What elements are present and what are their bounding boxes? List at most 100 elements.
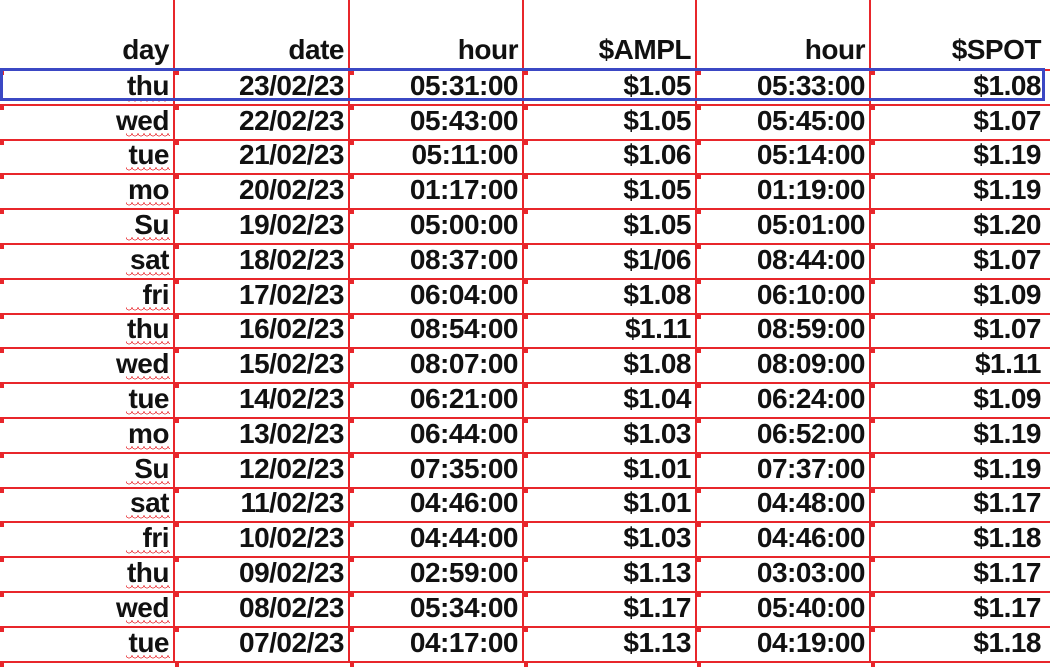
cell-comment-marker <box>175 663 179 667</box>
cell-date[interactable]: 14/02/23 <box>175 383 348 417</box>
cell-hour-spot[interactable]: 01:19:00 <box>697 174 869 208</box>
table-row: mo 20/02/23 01:17:00 $1.05 01:19:00 $1.19 <box>0 174 1050 208</box>
cell-hour-spot[interactable]: 06:24:00 <box>697 383 869 417</box>
cell-spot-price[interactable]: $1.07 <box>871 244 1045 278</box>
cell-spot-price[interactable]: $1.09 <box>871 383 1045 417</box>
cell-spot-price[interactable]: $1.19 <box>871 453 1045 487</box>
cell-ampl-price[interactable]: $1.01 <box>524 487 695 521</box>
cell-date[interactable]: 07/02/23 <box>175 627 348 661</box>
header-hour-2[interactable]: hour <box>697 28 869 68</box>
cell-hour-ampl[interactable]: 06:04:00 <box>350 279 522 313</box>
cell-hour-spot[interactable]: 08:44:00 <box>697 244 869 278</box>
cell-hour-ampl[interactable]: 05:43:00 <box>350 105 522 139</box>
table-row: tue 21/02/23 05:11:00 $1.06 05:14:00 $1.19 <box>0 139 1050 173</box>
cell-date[interactable]: 17/02/23 <box>175 279 348 313</box>
cell-date[interactable]: 13/02/23 <box>175 418 348 452</box>
selected-row-highlight <box>0 68 1045 101</box>
cell-hour-ampl[interactable]: 05:11:00 <box>350 139 522 173</box>
cell-ampl-price[interactable]: $1.06 <box>524 139 695 173</box>
cell-hour-spot[interactable]: 05:14:00 <box>697 139 869 173</box>
cell-hour-ampl[interactable]: 07:35:00 <box>350 453 522 487</box>
cell-hour-spot[interactable]: 05:01:00 <box>697 209 869 243</box>
cell-hour-ampl[interactable]: 02:59:00 <box>350 557 522 591</box>
table-row: Su 12/02/23 07:35:00 $1.01 07:37:00 $1.19 <box>0 453 1050 487</box>
cell-ampl-price[interactable]: $1.05 <box>524 105 695 139</box>
header-spot[interactable]: $SPOT <box>871 28 1045 68</box>
cell-hour-spot[interactable]: 04:48:00 <box>697 487 869 521</box>
cell-spot-price[interactable]: $1.18 <box>871 522 1045 556</box>
cell-hour-ampl[interactable]: 05:34:00 <box>350 592 522 626</box>
cell-hour-spot[interactable]: 05:45:00 <box>697 105 869 139</box>
cell-spot-price[interactable]: $1.07 <box>871 105 1045 139</box>
header-hour[interactable]: hour <box>350 28 522 68</box>
cell-comment-marker <box>350 663 354 667</box>
cell-ampl-price[interactable]: $1.05 <box>524 174 695 208</box>
cell-hour-ampl[interactable]: 08:07:00 <box>350 348 522 382</box>
cell-spot-price[interactable]: $1.17 <box>871 592 1045 626</box>
cell-ampl-price[interactable]: $1/06 <box>524 244 695 278</box>
cell-hour-spot[interactable]: 04:19:00 <box>697 627 869 661</box>
cell-hour-ampl[interactable]: 08:54:00 <box>350 313 522 347</box>
cell-hour-ampl[interactable]: 01:17:00 <box>350 174 522 208</box>
cell-ampl-price[interactable]: $1.13 <box>524 557 695 591</box>
cell-hour-ampl[interactable]: 08:37:00 <box>350 244 522 278</box>
cell-date[interactable]: 09/02/23 <box>175 557 348 591</box>
cell-date[interactable]: 20/02/23 <box>175 174 348 208</box>
cell-ampl-price[interactable]: $1.08 <box>524 279 695 313</box>
cell-hour-spot[interactable]: 07:37:00 <box>697 453 869 487</box>
cell-hour-spot[interactable]: 06:52:00 <box>697 418 869 452</box>
cell-ampl-price[interactable]: $1.04 <box>524 383 695 417</box>
cell-ampl-price[interactable]: $1.08 <box>524 348 695 382</box>
cell-ampl-price[interactable]: $1.17 <box>524 592 695 626</box>
cell-ampl-price[interactable]: $1.05 <box>524 209 695 243</box>
cell-hour-ampl[interactable]: 05:00:00 <box>350 209 522 243</box>
cell-date[interactable]: 11/02/23 <box>175 487 348 521</box>
cell-date[interactable]: 15/02/23 <box>175 348 348 382</box>
cell-hour-ampl[interactable]: 04:46:00 <box>350 487 522 521</box>
table-row: tue 14/02/23 06:21:00 $1.04 06:24:00 $1.09 <box>0 383 1050 417</box>
cell-spot-price[interactable]: $1.18 <box>871 627 1045 661</box>
cell-hour-spot[interactable]: 05:40:00 <box>697 592 869 626</box>
cell-hour-spot[interactable]: 08:09:00 <box>697 348 869 382</box>
cell-hour-ampl[interactable]: 06:21:00 <box>350 383 522 417</box>
cell-spot-price[interactable]: $1.17 <box>871 557 1045 591</box>
cell-date[interactable]: 12/02/23 <box>175 453 348 487</box>
table-row: Su 19/02/23 05:00:00 $1.05 05:01:00 $1.20 <box>0 209 1050 243</box>
cell-ampl-price[interactable]: $1.01 <box>524 453 695 487</box>
cell-date[interactable]: 08/02/23 <box>175 592 348 626</box>
cell-hour-ampl[interactable]: 04:17:00 <box>350 627 522 661</box>
cell-spot-price[interactable]: $1.20 <box>871 209 1045 243</box>
cell-hour-spot[interactable]: 06:10:00 <box>697 279 869 313</box>
header-day[interactable]: day <box>0 28 173 68</box>
cell-date[interactable]: 10/02/23 <box>175 522 348 556</box>
cell-hour-ampl[interactable]: 06:44:00 <box>350 418 522 452</box>
cell-spot-price[interactable]: $1.17 <box>871 487 1045 521</box>
cell-hour-ampl[interactable]: 04:44:00 <box>350 522 522 556</box>
cell-spot-price[interactable]: $1.19 <box>871 139 1045 173</box>
cell-hour-spot[interactable]: 04:46:00 <box>697 522 869 556</box>
cell-ampl-price[interactable]: $1.11 <box>524 313 695 347</box>
cell-hour-spot[interactable]: 08:59:00 <box>697 313 869 347</box>
cell-ampl-price[interactable]: $1.13 <box>524 627 695 661</box>
cell-date[interactable]: 22/02/23 <box>175 105 348 139</box>
cell-spot-price[interactable]: $1.19 <box>871 418 1045 452</box>
table-row: fri 10/02/23 04:44:00 $1.03 04:46:00 $1.18 <box>0 522 1050 556</box>
table-row: wed 08/02/23 05:34:00 $1.17 05:40:00 $1.17 <box>0 592 1050 626</box>
cell-ampl-price[interactable]: $1.03 <box>524 418 695 452</box>
spellcheck-underline <box>126 446 170 452</box>
cell-spot-price[interactable]: $1.19 <box>871 174 1045 208</box>
cell-comment-marker <box>697 663 701 667</box>
header-ampl[interactable]: $AMPL <box>524 28 695 68</box>
spellcheck-underline <box>126 620 170 626</box>
cell-date[interactable]: 19/02/23 <box>175 209 348 243</box>
cell-ampl-price[interactable]: $1.03 <box>524 522 695 556</box>
cell-hour-spot[interactable]: 03:03:00 <box>697 557 869 591</box>
header-date[interactable]: date <box>175 28 348 68</box>
cell-spot-price[interactable]: $1.11 <box>871 348 1045 382</box>
cell-spot-price[interactable]: $1.09 <box>871 279 1045 313</box>
cell-date[interactable]: 18/02/23 <box>175 244 348 278</box>
cell-spot-price[interactable]: $1.07 <box>871 313 1045 347</box>
cell-date[interactable]: 21/02/23 <box>175 139 348 173</box>
cell-date[interactable]: 16/02/23 <box>175 313 348 347</box>
spellcheck-underline <box>126 376 170 382</box>
